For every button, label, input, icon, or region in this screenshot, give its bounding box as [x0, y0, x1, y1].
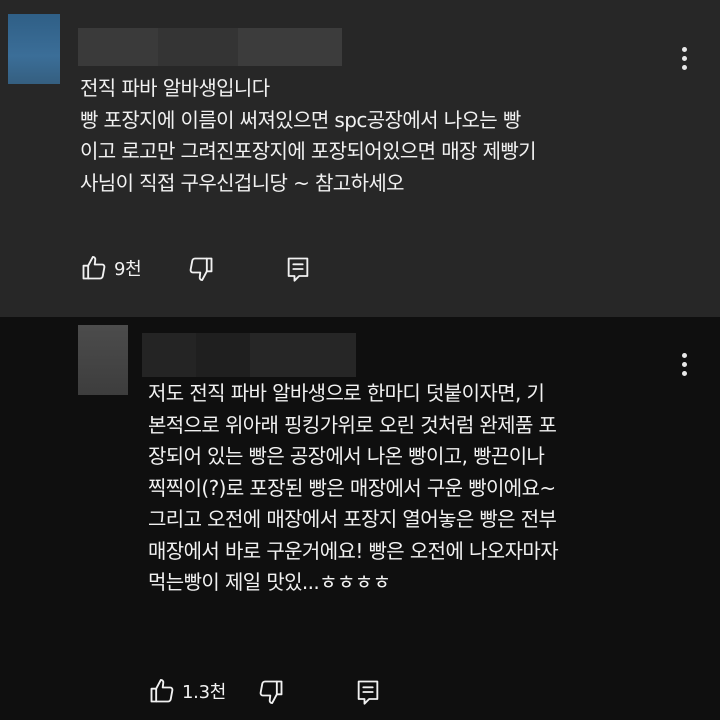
like-button[interactable]: 9천 [80, 254, 142, 282]
username-redacted [142, 333, 356, 377]
comment-line: 장되어 있는 빵은 공장에서 나온 빵이고, 빵끈이나 [148, 444, 545, 468]
thumbs-up-icon [150, 678, 174, 703]
like-button[interactable]: 1.3천 [148, 677, 226, 705]
thumbs-up-icon [82, 255, 106, 280]
reply-button[interactable] [284, 255, 312, 283]
comment-line: 이고 로고만 그려진포장지에 포장되어있으면 매장 제빵기 [80, 139, 537, 163]
comment-line: 사님이 직접 구우신겁니당 ~ 참고하세오 [80, 170, 405, 195]
comment-line: 그리고 오전에 매장에서 포장지 열어놓은 빵은 전부 [148, 507, 557, 531]
more-vertical-icon[interactable] [676, 43, 692, 73]
like-count: 9천 [114, 259, 142, 280]
comment-line: 본적으로 위아래 핑킹가위로 오린 것처럼 완제품 포 [148, 412, 557, 437]
thumbs-down-icon [189, 257, 213, 282]
avatar[interactable] [78, 325, 128, 395]
comment-line: 저도 전직 파바 알바생으로 한마디 덧붙이자면, 기 [148, 381, 545, 405]
reply-button[interactable] [354, 678, 382, 706]
username-redacted [78, 28, 342, 66]
dislike-button[interactable] [187, 255, 215, 283]
comment-line: 먹는빵이 제일 맛있...ㅎㅎㅎㅎ [148, 570, 391, 594]
avatar[interactable] [8, 14, 60, 84]
comment-thread-top: 전직 파바 알바생입니다 빵 포장지에 이름이 써져있으면 spc공장에서 나오… [0, 0, 720, 317]
comment-line: 빵 포장지에 이름이 써져있으면 spc공장에서 나오는 빵 [80, 107, 521, 132]
thumbs-down-icon [259, 680, 283, 705]
more-vertical-icon[interactable] [676, 349, 692, 379]
comment-reply-icon [287, 257, 309, 282]
dislike-button[interactable] [257, 678, 285, 706]
comment-line: 찍찍이(?)로 포장된 빵은 매장에서 구운 빵이에요~ [148, 475, 556, 500]
comment-text: 전직 파바 알바생입니다 빵 포장지에 이름이 써져있으면 spc공장에서 나오… [80, 73, 537, 199]
comment-line: 매장에서 바로 구운거에요! 빵은 오전에 나오자마자 [148, 538, 559, 563]
comment-text: 저도 전직 파바 알바생으로 한마디 덧붙이자면, 기 본적으로 위아래 핑킹가… [148, 378, 559, 599]
like-count: 1.3천 [182, 682, 226, 703]
comment-reply-icon [357, 680, 379, 705]
comment-line: 전직 파바 알바생입니다 [80, 76, 270, 100]
